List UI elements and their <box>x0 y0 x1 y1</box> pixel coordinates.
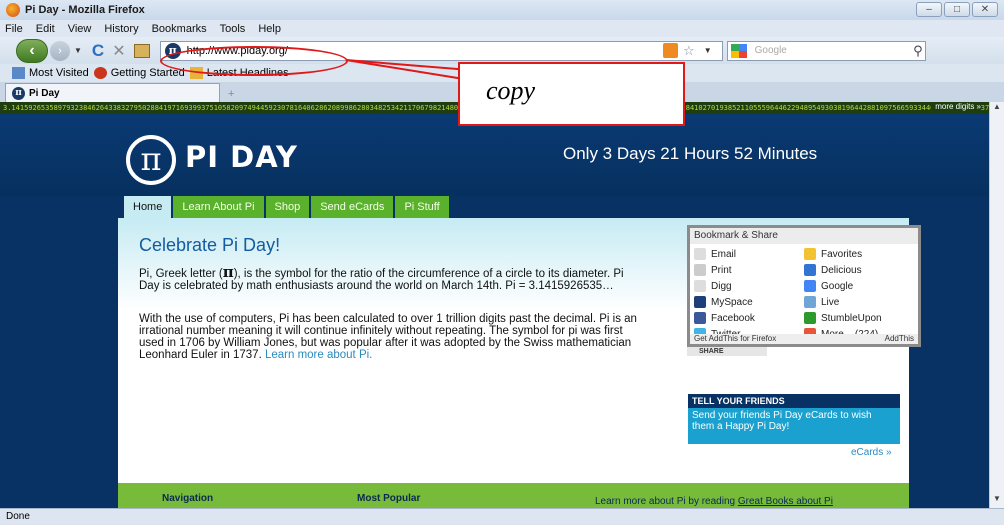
menu-help[interactable]: Help <box>258 23 281 35</box>
share-item-google[interactable]: Google <box>804 279 914 293</box>
menu-history[interactable]: History <box>104 23 138 35</box>
history-paragraph: With the use of computers, Pi has been c… <box>139 313 637 361</box>
nav-tab-send-ecards[interactable]: Send eCards <box>311 196 394 218</box>
tell-friends-box: TELL YOUR FRIENDS Send your friends Pi D… <box>688 394 900 444</box>
menu-tools[interactable]: Tools <box>220 23 246 35</box>
share-service-icon <box>694 264 706 276</box>
main-content: Celebrate Pi Day! Pi, Greek letter (π), … <box>118 218 921 483</box>
status-bar: Done <box>0 508 1004 525</box>
site-footer: Navigation Most Popular Learn more about… <box>118 483 909 508</box>
tab-title: Pi Day <box>29 87 60 99</box>
navigation-toolbar: ‹ › ▼ C ✕ π http://www.piday.org/ ☆ ▼ Go… <box>0 37 1004 64</box>
folder-icon <box>12 67 25 80</box>
share-item-print[interactable]: Print <box>694 263 804 277</box>
countdown-text: Only 3 Days 21 Hours 52 Minutes <box>563 144 818 163</box>
footer-navigation-heading: Navigation <box>162 493 214 504</box>
share-item-delicious[interactable]: Delicious <box>804 263 914 277</box>
intro-paragraph: Pi, Greek letter (π), is the symbol for … <box>139 263 624 293</box>
share-service-icon <box>694 296 706 308</box>
share-service-icon <box>804 280 816 292</box>
share-service-icon <box>694 312 706 324</box>
firefox-icon <box>6 3 20 17</box>
tell-friends-heading: TELL YOUR FRIENDS <box>688 394 900 408</box>
share-item-live[interactable]: Live <box>804 295 914 309</box>
share-service-icon <box>804 312 816 324</box>
share-service-icon <box>804 264 816 276</box>
menu-edit[interactable]: Edit <box>36 23 55 35</box>
search-engine-icon[interactable] <box>730 43 747 58</box>
scroll-down-icon[interactable]: ▼ <box>990 494 1004 508</box>
share-item-stumbleupon[interactable]: StumbleUpon <box>804 311 914 325</box>
search-placeholder[interactable]: Google <box>755 45 787 56</box>
share-item-digg[interactable]: Digg <box>694 279 804 293</box>
nav-tab-shop[interactable]: Shop <box>265 196 310 218</box>
nav-tab-pi-stuff[interactable]: Pi Stuff <box>395 196 449 218</box>
window-title: Pi Day - Mozilla Firefox <box>25 4 145 16</box>
share-service-icon <box>804 248 816 260</box>
web-page: 3.14159265358979323846264338327950288419… <box>0 102 989 508</box>
back-button[interactable]: ‹ <box>16 38 48 63</box>
new-tab-button[interactable]: + <box>228 88 234 102</box>
footer-learn-text: Learn more about Pi by reading Great Boo… <box>595 496 833 507</box>
window-titlebar: Pi Day - Mozilla Firefox – □ ✕ <box>0 0 1004 20</box>
bookmark-most-visited[interactable]: Most Visited <box>12 67 89 80</box>
search-box[interactable]: Google ⚲ <box>726 40 926 61</box>
menu-bookmarks[interactable]: Bookmarks <box>152 23 207 35</box>
annotation-url-highlight <box>160 46 348 76</box>
pi-symbol: π <box>222 263 234 281</box>
addthis-link[interactable]: AddThis <box>885 334 914 344</box>
page-scrollbar[interactable]: ▲ ▼ <box>989 102 1004 508</box>
site-logo-text[interactable]: PI DAY <box>185 140 298 174</box>
get-addthis-link[interactable]: Get AddThis for Firefox <box>694 334 776 344</box>
share-service-icon <box>694 280 706 292</box>
bookmark-share-widget: Bookmark & Share Email Favorites Print Deli… <box>687 225 921 347</box>
tab-pi-day[interactable]: π Pi Day <box>5 83 220 102</box>
pi-logo-icon[interactable]: π <box>126 135 176 185</box>
share-item-favorites[interactable]: Favorites <box>804 247 914 261</box>
share-item-email[interactable]: Email <box>694 247 804 261</box>
share-item-facebook[interactable]: Facebook <box>694 311 804 325</box>
stop-icon[interactable]: ✕ <box>112 41 125 61</box>
reload-icon[interactable]: C <box>92 41 104 61</box>
annotation-callout: copy <box>458 62 685 126</box>
url-dropdown-icon[interactable]: ▼ <box>704 46 712 55</box>
search-icon[interactable]: ⚲ <box>913 43 923 59</box>
bookmark-getting-started[interactable]: Getting Started <box>93 67 185 80</box>
share-button[interactable]: SHARE <box>687 347 767 356</box>
share-heading: Bookmark & Share <box>690 228 918 244</box>
nav-tab-home[interactable]: Home <box>124 196 172 218</box>
scroll-up-icon[interactable]: ▲ <box>990 102 1004 116</box>
menu-file[interactable]: File <box>5 23 23 35</box>
ecards-link[interactable]: eCards » <box>851 447 892 458</box>
menu-view[interactable]: View <box>68 23 92 35</box>
firefox-bookmark-icon <box>93 67 107 80</box>
more-digits-link[interactable]: more digits » <box>931 102 981 111</box>
home-icon[interactable] <box>133 43 150 58</box>
share-service-icon <box>804 296 816 308</box>
window-controls: – □ ✕ <box>916 2 998 17</box>
tab-favicon-icon: π <box>12 86 25 100</box>
footer-most-popular-heading: Most Popular <box>357 493 421 504</box>
menu-bar: File Edit View History Bookmarks Tools H… <box>0 20 1004 37</box>
learn-more-link[interactable]: Learn more about Pi. <box>265 349 372 361</box>
annotation-label: copy <box>486 76 536 105</box>
nav-tab-learn-about-pi[interactable]: Learn About Pi <box>173 196 264 218</box>
forward-button[interactable]: › <box>50 40 70 61</box>
site-nav: Home Learn About Pi Shop Send eCards Pi … <box>124 196 449 218</box>
share-item-myspace[interactable]: MySpace <box>694 295 804 309</box>
great-books-link[interactable]: Great Books about Pi <box>738 496 833 507</box>
share-service-icon <box>694 248 706 260</box>
history-dropdown-icon[interactable]: ▼ <box>74 46 82 55</box>
close-button[interactable]: ✕ <box>972 2 998 17</box>
rss-feed-icon[interactable] <box>663 43 679 58</box>
page-title: Celebrate Pi Day! <box>139 235 281 255</box>
minimize-button[interactable]: – <box>916 2 942 17</box>
maximize-button[interactable]: □ <box>944 2 970 17</box>
bookmark-star-icon[interactable]: ☆ <box>683 43 695 59</box>
tell-friends-text: Send your friends Pi Day eCards to wish … <box>692 410 872 432</box>
